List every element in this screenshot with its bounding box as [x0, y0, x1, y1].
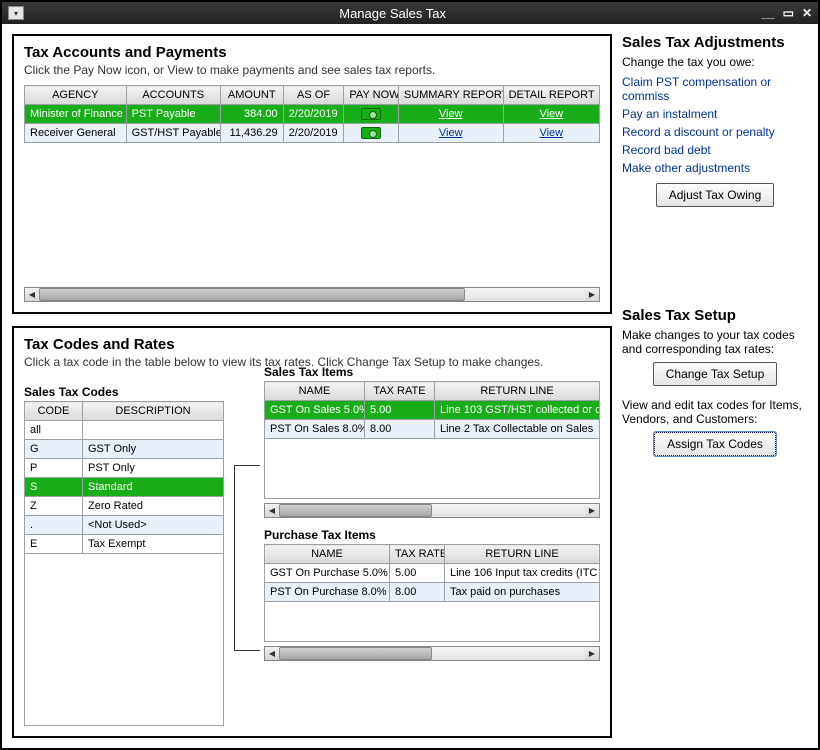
table-row[interactable]: ZZero Rated [25, 497, 224, 516]
summary-view-link[interactable]: View [439, 108, 463, 120]
table-row[interactable]: Minister of Finance PST Payable 384.00 2… [25, 105, 600, 124]
col-header[interactable]: TAX RATE [390, 545, 445, 564]
table-row[interactable]: PPST Only [25, 459, 224, 478]
col-header[interactable]: NAME [265, 545, 390, 564]
summary-view-link[interactable]: View [439, 127, 463, 139]
col-header[interactable]: RETURN LINE [445, 545, 600, 564]
scroll-right-icon[interactable]: ▶ [585, 288, 599, 301]
table-row[interactable]: GST On Sales 5.0% 5.00 Line 103 GST/HST … [265, 401, 600, 420]
table-row[interactable]: PST On Sales 8.0% 8.00 Line 2 Tax Collec… [265, 420, 600, 439]
col-header[interactable]: CODE [25, 402, 83, 421]
table-row[interactable]: GGST Only [25, 440, 224, 459]
table-row[interactable]: Receiver General GST/HST Payable 11,436.… [25, 124, 600, 143]
maximize-icon[interactable]: ▭ [783, 6, 794, 20]
adjust-tax-owing-button[interactable]: Adjust Tax Owing [656, 183, 775, 207]
table-row[interactable]: SStandard [25, 478, 224, 497]
adjustments-section: Sales Tax Adjustments Change the tax you… [622, 34, 808, 207]
col-header[interactable]: NAME [265, 382, 365, 401]
cell-amount: 11,436.29 [220, 124, 283, 143]
scrollbar-horizontal[interactable]: ◀ ▶ [24, 287, 600, 302]
table-row[interactable]: all [25, 421, 224, 440]
cell-amount: 384.00 [220, 105, 283, 124]
purchase-items-label: Purchase Tax Items [264, 528, 600, 542]
table-row[interactable]: ETax Exempt [25, 535, 224, 554]
close-icon[interactable]: ✕ [802, 6, 812, 20]
codes-label: Sales Tax Codes [24, 385, 224, 399]
adjustments-heading: Sales Tax Adjustments [622, 34, 808, 51]
purchase-items-table: NAME TAX RATE RETURN LINE GST On Purchas… [264, 544, 600, 602]
scroll-right-icon[interactable]: ▶ [585, 504, 599, 517]
table-row[interactable]: PST On Purchase 8.0% 8.00 Tax paid on pu… [265, 583, 600, 602]
minimize-icon[interactable]: __ [761, 6, 774, 20]
col-header[interactable]: AS OF [283, 86, 344, 105]
col-header[interactable]: AGENCY [25, 86, 127, 105]
cell-agency: Minister of Finance [25, 105, 127, 124]
pay-now-button[interactable] [344, 105, 398, 124]
scrollbar-horizontal[interactable]: ◀ ▶ [264, 646, 600, 661]
sales-items-label: Sales Tax Items [264, 365, 600, 379]
cell-account: GST/HST Payable [126, 124, 220, 143]
link-pay-instalment[interactable]: Pay an instalment [622, 107, 808, 121]
col-header[interactable]: AMOUNT [220, 86, 283, 105]
setup-sub2: View and edit tax codes for Items, Vendo… [622, 398, 808, 426]
scroll-left-icon[interactable]: ◀ [265, 504, 279, 517]
col-header[interactable]: RETURN LINE [435, 382, 600, 401]
cell-asof: 2/20/2019 [283, 105, 344, 124]
assign-tax-codes-button[interactable]: Assign Tax Codes [654, 432, 776, 456]
col-header[interactable]: DETAIL REPORT [503, 86, 599, 105]
link-record-discount[interactable]: Record a discount or penalty [622, 125, 808, 139]
cell-account: PST Payable [126, 105, 220, 124]
setup-heading: Sales Tax Setup [622, 307, 808, 324]
col-header[interactable]: SUMMARY REPORT [398, 86, 503, 105]
scroll-left-icon[interactable]: ◀ [25, 288, 39, 301]
money-icon [361, 127, 381, 139]
col-header[interactable]: ACCOUNTS [126, 86, 220, 105]
col-header[interactable]: DESCRIPTION [83, 402, 224, 421]
link-claim-pst[interactable]: Claim PST compensation or commiss [622, 75, 808, 103]
table-row[interactable]: .<Not Used> [25, 516, 224, 535]
accounts-subtitle: Click the Pay Now icon, or View to make … [24, 63, 600, 77]
link-record-bad-debt[interactable]: Record bad debt [622, 143, 808, 157]
titlebar: ▾ Manage Sales Tax __ ▭ ✕ [2, 2, 818, 24]
accounts-table: AGENCY ACCOUNTS AMOUNT AS OF PAY NOW SUM… [24, 85, 600, 143]
adjustments-subtitle: Change the tax you owe: [622, 55, 808, 69]
window-title: Manage Sales Tax [24, 6, 761, 21]
change-tax-setup-button[interactable]: Change Tax Setup [653, 362, 778, 386]
scroll-right-icon[interactable]: ▶ [585, 647, 599, 660]
cell-agency: Receiver General [25, 124, 127, 143]
accounts-heading: Tax Accounts and Payments [24, 44, 600, 61]
setup-sub1: Make changes to your tax codes and corre… [622, 328, 808, 356]
codes-heading: Tax Codes and Rates [24, 336, 600, 353]
tax-accounts-panel: Tax Accounts and Payments Click the Pay … [12, 34, 612, 314]
detail-view-link[interactable]: View [539, 108, 563, 120]
codes-table: CODE DESCRIPTION all GGST Only PPST Only… [24, 401, 224, 554]
table-row[interactable]: GST On Purchase 5.0% 5.00 Line 106 Input… [265, 564, 600, 583]
cell-asof: 2/20/2019 [283, 124, 344, 143]
scroll-left-icon[interactable]: ◀ [265, 647, 279, 660]
col-header[interactable]: PAY NOW [344, 86, 398, 105]
dropdown-icon[interactable]: ▾ [8, 6, 24, 20]
pay-now-button[interactable] [344, 124, 398, 143]
sales-items-table: NAME TAX RATE RETURN LINE GST On Sales 5… [264, 381, 600, 439]
tax-codes-panel: Tax Codes and Rates Click a tax code in … [12, 326, 612, 738]
scrollbar-horizontal[interactable]: ◀ ▶ [264, 503, 600, 518]
link-other-adjustments[interactable]: Make other adjustments [622, 161, 808, 175]
detail-view-link[interactable]: View [539, 127, 563, 139]
money-icon [361, 108, 381, 120]
setup-section: Sales Tax Setup Make changes to your tax… [622, 307, 808, 456]
col-header[interactable]: TAX RATE [365, 382, 435, 401]
